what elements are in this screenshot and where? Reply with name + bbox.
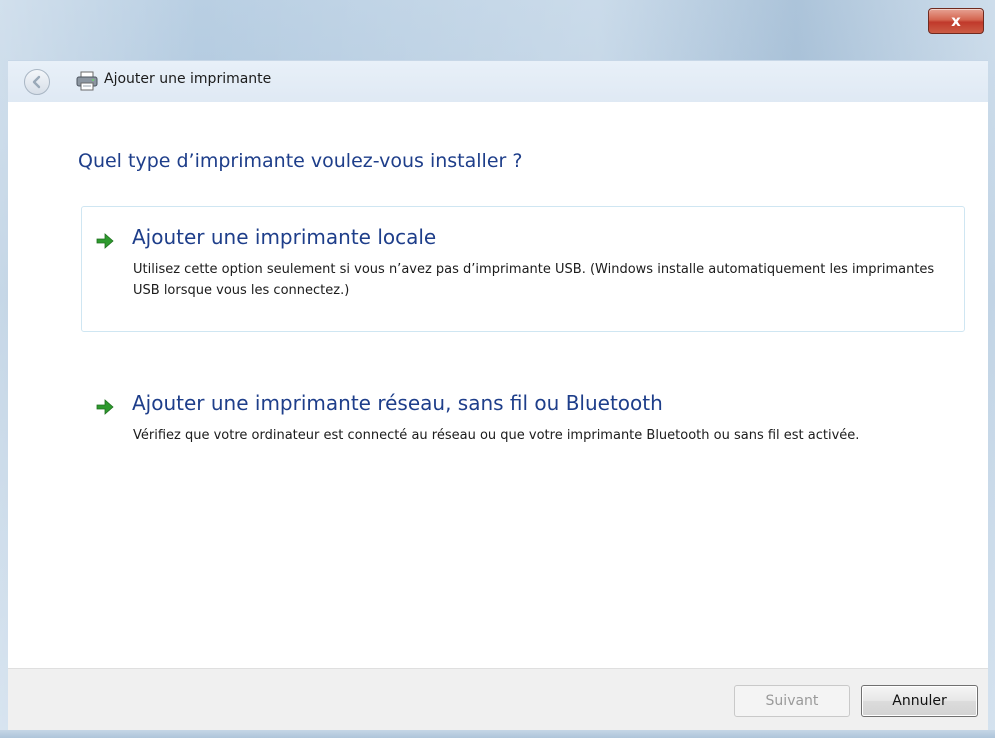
- printer-icon: [76, 71, 98, 91]
- back-button[interactable]: [24, 69, 50, 95]
- option-local-printer-description: Utilisez cette option seulement si vous …: [133, 262, 935, 298]
- cancel-button[interactable]: Annuler: [861, 685, 978, 717]
- option-network-printer[interactable]: Ajouter une imprimante réseau, sans fil …: [81, 372, 965, 482]
- main-content: Quel type d’imprimante voulez-vous insta…: [8, 102, 988, 668]
- option-local-printer[interactable]: Ajouter une imprimante locale Utilisez c…: [81, 206, 965, 332]
- window-bottom-border: [0, 730, 995, 738]
- next-button[interactable]: Suivant: [734, 685, 850, 717]
- add-printer-window: x Ajouter une imprimante Quel type d’imp…: [0, 0, 995, 738]
- window-title: Ajouter une imprimante: [104, 71, 272, 87]
- page-heading: Quel type d’imprimante voulez-vous insta…: [78, 150, 523, 172]
- option-network-printer-title: Ajouter une imprimante réseau, sans fil …: [132, 391, 663, 415]
- navigation-bar: Ajouter une imprimante: [8, 60, 988, 103]
- back-arrow-icon: [32, 75, 41, 89]
- close-button[interactable]: x: [928, 8, 984, 34]
- option-local-printer-title: Ajouter une imprimante locale: [132, 225, 437, 249]
- green-arrow-icon: [96, 233, 114, 249]
- green-arrow-icon: [96, 399, 114, 415]
- option-network-printer-description: Vérifiez que votre ordinateur est connec…: [133, 428, 860, 443]
- close-icon: x: [951, 12, 961, 30]
- button-bar: Suivant Annuler: [8, 668, 988, 731]
